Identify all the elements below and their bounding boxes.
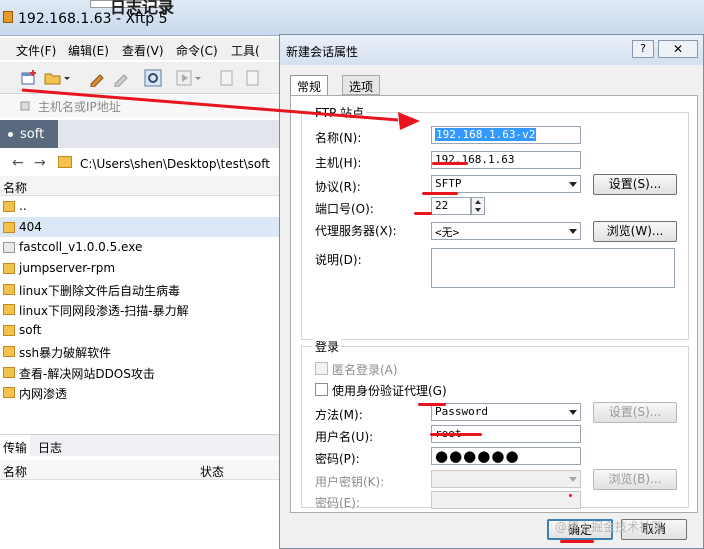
watermark: @稀土掘金技术社区 <box>555 520 664 534</box>
annotation-underline-ok <box>560 540 594 543</box>
annotation-arrow-line <box>21 88 399 122</box>
annotation-underline-username <box>418 403 446 406</box>
annotation-dot <box>569 494 572 497</box>
annotation-underline-host <box>432 162 468 165</box>
annotation-underline-port <box>414 212 432 215</box>
annotation-arrow-head-icon <box>398 112 420 130</box>
annotation-underline-password <box>430 433 482 436</box>
annotation-overlay <box>21 88 420 130</box>
annotation-underline-protocol <box>422 192 458 195</box>
